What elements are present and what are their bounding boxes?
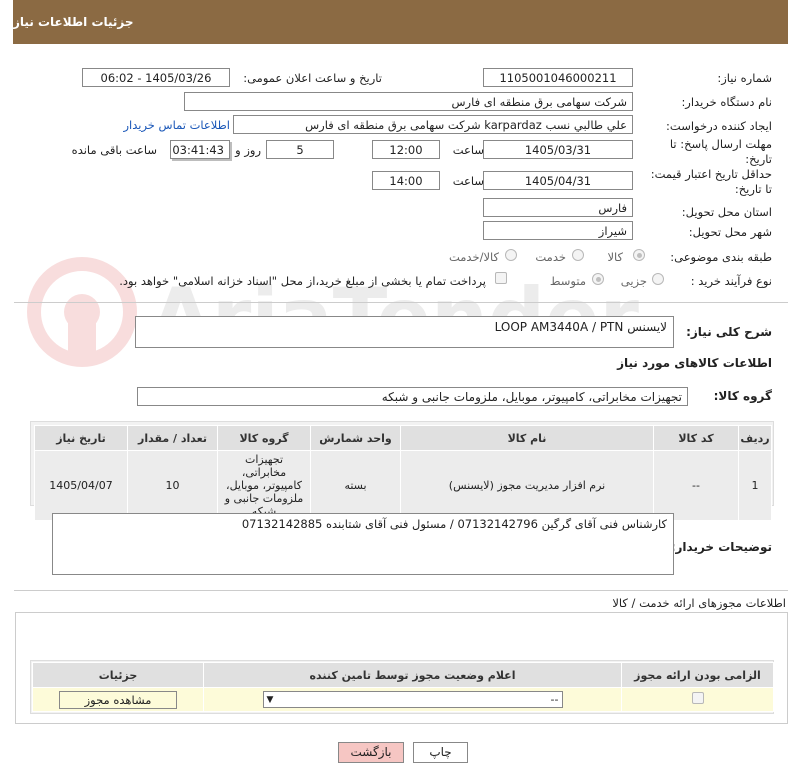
category-radio-goods[interactable] [633, 249, 645, 261]
category-option-service: خدمت [535, 250, 566, 264]
goods-table-wrapper: ردیف کد کالا نام کالا واحد شمارش گروه کا… [30, 421, 774, 521]
category-radio-service[interactable] [572, 249, 584, 261]
category-option-goods-service: کالا/خدمت [448, 250, 499, 264]
watermark: AriaTender.neT [27, 257, 640, 367]
cell-code: -- [653, 450, 739, 521]
announce-field: 1405/03/26 - 06:02 [82, 68, 230, 87]
licenses-table-header: الزامی بودن ارائه مجوز اعلام وضعیت مجوز … [32, 662, 774, 688]
table-row: -- ▼ مشاهده مجوز [32, 687, 774, 712]
cell-unit: بسته [310, 450, 401, 521]
remaining-time-field: 03:41:43 [170, 140, 230, 159]
process-radio-medium[interactable] [592, 273, 604, 285]
cell-date: 1405/04/07 [34, 450, 128, 521]
cell-group: تجهیزات مخابراتی، کامپیوتر، موبایل، ملزو… [217, 450, 311, 521]
licenses-title: اطلاعات مجوزهای ارائه خدمت / کالا [612, 596, 786, 610]
page-header: جزئیات اطلاعات نیاز [13, 0, 788, 44]
goods-table-header: ردیف کد کالا نام کالا واحد شمارش گروه کا… [34, 425, 772, 451]
col-code: کد کالا [653, 425, 739, 451]
col-unit: واحد شمارش [310, 425, 401, 451]
city-label: شهر محل تحویل: [688, 225, 772, 239]
process-option-minor: جزیی [620, 274, 647, 288]
col-name: نام کالا [400, 425, 654, 451]
process-option-medium: متوسط [549, 274, 586, 288]
print-button[interactable]: چاپ [413, 742, 468, 763]
licenses-table: الزامی بودن ارائه مجوز اعلام وضعیت مجوز … [32, 662, 774, 712]
category-radio-goods-service[interactable] [505, 249, 517, 261]
col-group: گروه کالا [217, 425, 311, 451]
col-license-details: جزئیات [32, 662, 204, 688]
cell-row: 1 [738, 450, 772, 521]
city-field: شیراز [483, 221, 633, 240]
col-license-status: اعلام وضعیت مجوز توسط تامین کننده [203, 662, 622, 688]
description-textarea[interactable]: لایسنس LOOP AM3440A / PTN [135, 316, 674, 348]
treasury-payment-checkbox[interactable] [495, 272, 507, 284]
goods-table: ردیف کد کالا نام کالا واحد شمارش گروه کا… [34, 425, 772, 521]
license-status-select[interactable]: -- ▼ [262, 691, 563, 708]
treasury-payment-note: پرداخت تمام یا بخشی از مبلغ خرید،از محل … [119, 274, 486, 288]
table-row: 1 -- نرم افزار مدیریت مجوز (لایسنس) بسته… [34, 450, 772, 521]
process-radio-minor[interactable] [652, 273, 664, 285]
validity-date-field: 1405/04/31 [483, 171, 633, 190]
validity-time-field: 14:00 [372, 171, 440, 190]
chevron-down-icon: ▼ [266, 694, 274, 705]
buyer-notes-textarea[interactable]: کارشناس فنی آقای گرگین 07132142796 / مسئ… [52, 513, 674, 575]
page-title: جزئیات اطلاعات نیاز [13, 15, 134, 29]
deadline-date-field: 1405/03/31 [483, 140, 633, 159]
license-required-checkbox[interactable] [692, 692, 704, 704]
category-label: طبقه بندی موضوعی: [670, 250, 772, 264]
buyer-org-label: نام دستگاه خریدار: [681, 95, 772, 109]
col-license-required: الزامی بودن ارائه مجوز [621, 662, 774, 688]
buyer-notes-text: کارشناس فنی آقای گرگین 07132142796 / مسئ… [241, 517, 667, 531]
view-license-button[interactable]: مشاهده مجوز [59, 690, 177, 709]
contact-info-link[interactable]: اطلاعات تماس خریدار [123, 118, 230, 132]
announce-label: تاریخ و ساعت اعلان عمومی: [243, 71, 382, 85]
col-qty: تعداد / مقدار [127, 425, 218, 451]
buyer-notes-label: توضیحات خریدار: [670, 540, 772, 554]
description-label: شرح کلی نیاز: [686, 325, 772, 339]
days-label: روز و [235, 143, 261, 157]
creator-field: علي طالبي نسب karpardaz شرکت سهامی برق م… [233, 115, 633, 134]
cell-qty: 10 [127, 450, 218, 521]
cell-name: نرم افزار مدیریت مجوز (لایسنس) [400, 450, 654, 521]
col-date: تاریخ نیاز [34, 425, 128, 451]
category-option-goods: کالا [607, 250, 623, 264]
col-row: ردیف [738, 425, 772, 451]
need-number-label: شماره نیاز: [717, 71, 772, 85]
deadline-time-field: 12:00 [372, 140, 440, 159]
days-field: 5 [266, 140, 334, 159]
validity-label: حداقل تاریخ اعتبار قیمت: تا تاریخ: [650, 167, 772, 196]
province-field: فارس [483, 198, 633, 217]
validity-hour-label: ساعت [452, 174, 484, 188]
watermark-logo-icon [27, 257, 137, 367]
deadline-label: مهلت ارسال پاسخ: تا تاریخ: [669, 137, 772, 166]
buyer-org-field: شرکت سهامی برق منطقه ای فارس [184, 92, 633, 111]
creator-label: ایجاد کننده درخواست: [666, 119, 772, 133]
process-label: نوع فرآیند خرید : [690, 274, 772, 288]
back-button[interactable]: بازگشت [338, 742, 404, 763]
need-number-field: 1105001046000211 [483, 68, 633, 87]
deadline-hour-label: ساعت [452, 143, 484, 157]
province-label: استان محل تحویل: [681, 205, 772, 219]
goods-group-label: گروه کالا: [713, 389, 772, 403]
description-text: لایسنس LOOP AM3440A / PTN [494, 320, 667, 334]
goods-section-title: اطلاعات کالاهای مورد نیاز [617, 356, 772, 370]
license-status-value: -- [550, 693, 559, 706]
goods-group-field: تجهیزات مخابراتی، کامپیوتر، موبایل، ملزو… [137, 387, 688, 406]
remaining-label: ساعت باقی مانده [71, 143, 157, 157]
licenses-table-wrapper: الزامی بودن ارائه مجوز اعلام وضعیت مجوز … [30, 660, 774, 714]
